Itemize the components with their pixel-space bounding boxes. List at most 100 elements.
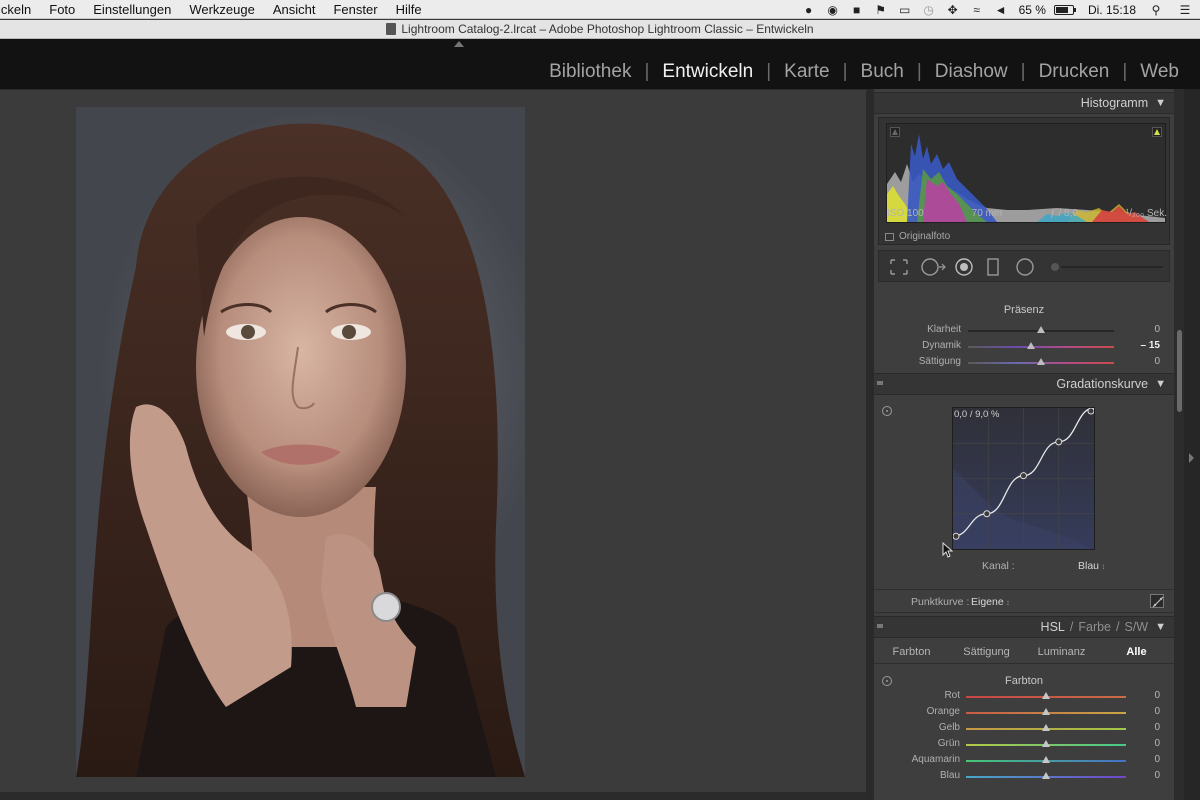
battery-icon[interactable] xyxy=(1053,4,1076,15)
airplay-icon[interactable]: ▭ xyxy=(893,0,917,19)
crop-icon[interactable] xyxy=(889,258,909,276)
panel-switch-icon[interactable] xyxy=(877,624,883,628)
tone-curve-header[interactable]: Gradationskurve ▼ xyxy=(874,373,1174,395)
highlight-clipping-icon[interactable] xyxy=(1152,127,1162,137)
presence-slider-row[interactable]: Sättigung 0 xyxy=(874,356,1174,370)
hue-slider-value[interactable]: 0 xyxy=(1154,754,1160,765)
curve-point[interactable] xyxy=(952,532,960,540)
time-machine-icon[interactable]: ◷ xyxy=(917,0,941,19)
module-drucken[interactable]: Drucken xyxy=(1026,61,1123,83)
original-photo-toggle[interactable]: Originalfoto xyxy=(885,231,950,242)
presence-slider-row[interactable]: Klarheit 0 xyxy=(874,324,1174,338)
battery-percent[interactable]: 65 % xyxy=(1013,3,1052,17)
collapse-triangle-icon[interactable]: ▼ xyxy=(1155,97,1166,109)
expand-panel-icon[interactable] xyxy=(1189,453,1194,463)
hue-slider-row[interactable]: Grün 0 xyxy=(874,738,1174,752)
original-photo-checkbox[interactable] xyxy=(885,232,894,241)
spotlight-icon[interactable]: ⚲ xyxy=(1142,0,1170,19)
slider-thumb[interactable] xyxy=(1026,342,1035,349)
menu-2[interactable]: Einstellungen xyxy=(84,2,180,17)
hue-slider-row[interactable]: Gelb 0 xyxy=(874,722,1174,736)
bookmark-icon[interactable]: ■ xyxy=(845,0,869,19)
hsl-header[interactable]: HSL / Farbe / S/W ▼ xyxy=(874,616,1174,638)
hue-slider-thumb[interactable] xyxy=(1042,708,1050,715)
curve-point[interactable] xyxy=(1020,472,1027,480)
filmstrip-handle[interactable] xyxy=(0,792,866,800)
record-icon[interactable]: ◉ xyxy=(821,0,845,19)
slider-value[interactable]: 0 xyxy=(1154,324,1160,335)
hsl-tab-2[interactable]: Luminanz xyxy=(1024,646,1099,658)
histogram-header[interactable]: Histogramm ▼ xyxy=(874,92,1174,114)
curve-point[interactable] xyxy=(1087,407,1095,415)
red-eye-icon[interactable] xyxy=(954,258,974,276)
curve-point[interactable] xyxy=(983,510,991,518)
slider-value[interactable]: 0 xyxy=(1154,356,1160,367)
hue-slider-thumb[interactable] xyxy=(1042,740,1050,747)
hue-slider-thumb[interactable] xyxy=(1042,756,1050,763)
edit-point-curve-icon[interactable] xyxy=(1150,594,1164,608)
creative-cloud-icon[interactable]: ● xyxy=(797,0,821,19)
spot-removal-icon[interactable] xyxy=(921,258,947,276)
panel-scrollbar-track[interactable] xyxy=(1174,89,1184,800)
panel-divider[interactable] xyxy=(866,89,874,800)
hue-slider-thumb[interactable] xyxy=(1042,692,1050,699)
hue-slider-value[interactable]: 0 xyxy=(1154,722,1160,733)
wifi-icon[interactable]: ≈ xyxy=(965,0,989,19)
slider-thumb[interactable] xyxy=(1037,326,1045,333)
presence-slider-row[interactable]: Dynamik – 15 xyxy=(874,340,1174,354)
volume-icon[interactable]: ◄ xyxy=(989,0,1013,19)
hsl-tab-0[interactable]: Farbton xyxy=(874,646,949,658)
slider-track[interactable] xyxy=(968,346,1114,348)
farbe-tab-link[interactable]: Farbe xyxy=(1078,620,1111,634)
move-icon[interactable]: ✥ xyxy=(941,0,965,19)
module-entwickeln[interactable]: Entwickeln xyxy=(649,61,766,83)
notification-center-icon[interactable]: ☰ xyxy=(1170,0,1200,19)
slider-value[interactable]: – 15 xyxy=(1141,340,1160,351)
module-karte[interactable]: Karte xyxy=(771,61,842,83)
hue-slider-value[interactable]: 0 xyxy=(1154,706,1160,717)
hue-slider-value[interactable]: 0 xyxy=(1154,738,1160,749)
hue-slider-thumb[interactable] xyxy=(1042,724,1050,731)
hue-slider-row[interactable]: Blau 0 xyxy=(874,770,1174,784)
menu-4[interactable]: Ansicht xyxy=(264,2,325,17)
hue-section-title: Farbton xyxy=(1005,675,1043,687)
hue-slider-value[interactable]: 0 xyxy=(1154,770,1160,781)
radial-filter-icon[interactable] xyxy=(1015,258,1035,276)
curve-point[interactable] xyxy=(1055,438,1063,446)
targeted-adjustment-icon[interactable] xyxy=(882,406,892,416)
graduated-filter-icon[interactable] xyxy=(985,258,1001,276)
tone-curve-graph[interactable] xyxy=(952,407,1095,550)
hue-slider-row[interactable]: Rot 0 xyxy=(874,690,1174,704)
panel-switch-icon[interactable] xyxy=(877,381,883,385)
module-bibliothek[interactable]: Bibliothek xyxy=(536,61,644,83)
shadow-clipping-icon[interactable] xyxy=(890,127,900,137)
collapse-top-panel-icon[interactable] xyxy=(454,41,464,47)
flag-icon[interactable]: ⚑ xyxy=(869,0,893,19)
menu-6[interactable]: Hilfe xyxy=(387,2,431,17)
clock[interactable]: Di. 15:18 xyxy=(1074,3,1142,17)
hsl-tab-1[interactable]: Sättigung xyxy=(949,646,1024,658)
menu-3[interactable]: Werkzeuge xyxy=(180,2,264,17)
module-diashow[interactable]: Diashow xyxy=(922,61,1021,83)
menu-5[interactable]: Fenster xyxy=(324,2,386,17)
photo-workspace[interactable] xyxy=(0,89,866,800)
sw-tab-link[interactable]: S/W xyxy=(1125,620,1149,634)
hue-slider-row[interactable]: Orange 0 xyxy=(874,706,1174,720)
module-web[interactable]: Web xyxy=(1127,61,1192,83)
panel-scrollbar-thumb[interactable] xyxy=(1177,330,1182,412)
module-buch[interactable]: Buch xyxy=(848,61,917,83)
portrait-photo[interactable] xyxy=(76,107,525,777)
hsl-tab-link[interactable]: HSL xyxy=(1041,620,1065,634)
hue-slider-thumb[interactable] xyxy=(1042,772,1050,779)
channel-value[interactable]: Blau xyxy=(1078,560,1105,572)
slider-thumb[interactable] xyxy=(1037,358,1045,365)
point-curve-select[interactable]: Eigene xyxy=(971,596,1010,608)
hue-slider-value[interactable]: 0 xyxy=(1154,690,1160,701)
hue-slider-row[interactable]: Aquamarin 0 xyxy=(874,754,1174,768)
menu-0[interactable]: ickeln xyxy=(0,2,40,17)
collapse-triangle-icon[interactable]: ▼ xyxy=(1155,621,1166,633)
collapse-triangle-icon[interactable]: ▼ xyxy=(1155,378,1166,390)
menu-1[interactable]: Foto xyxy=(40,2,84,17)
adjustment-brush-slider[interactable] xyxy=(1049,258,1165,276)
hsl-tab-3[interactable]: Alle xyxy=(1099,646,1174,658)
